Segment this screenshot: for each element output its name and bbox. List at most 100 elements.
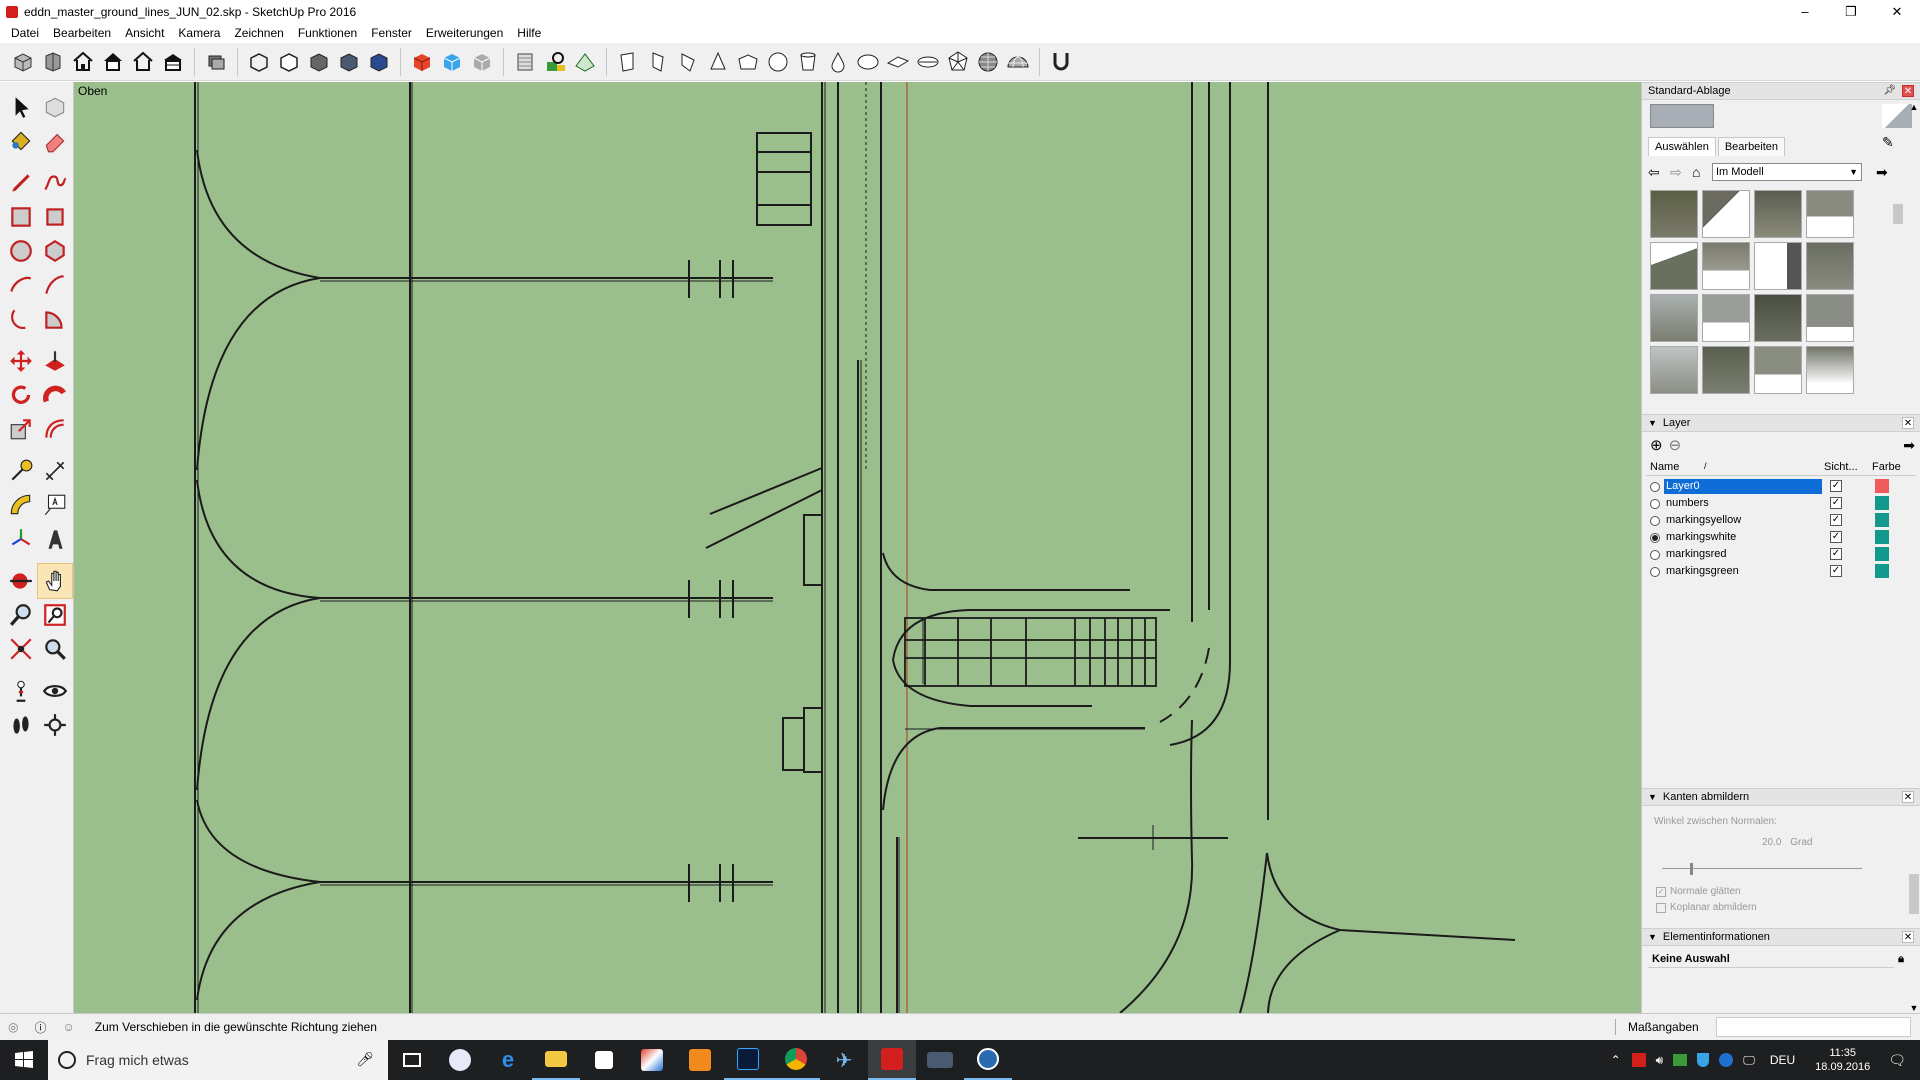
orbit-icon[interactable] (4, 564, 38, 598)
arc-icon[interactable] (4, 268, 38, 302)
select-arrow-icon[interactable] (4, 90, 38, 124)
freehand-icon[interactable] (38, 166, 72, 200)
volume-icon[interactable]: 🔊︎ (1656, 1053, 1664, 1068)
menu-bearbeiten[interactable]: Bearbeiten (46, 26, 118, 40)
layer-color-swatch[interactable] (1875, 530, 1889, 544)
wireframe-icon[interactable] (244, 47, 274, 77)
chrome-icon[interactable] (772, 1040, 820, 1080)
col-name[interactable]: Name (1650, 461, 1679, 473)
home-icon[interactable]: ⌂ (1692, 164, 1712, 180)
shaded-textures-icon[interactable] (334, 47, 364, 77)
hidden-line-icon[interactable] (274, 47, 304, 77)
p3d-icon[interactable] (916, 1040, 964, 1080)
menu-hilfe[interactable]: Hilfe (510, 26, 548, 40)
cortana-search[interactable]: Frag mich etwas 🎤︎ (48, 1040, 388, 1080)
previous-view-icon[interactable] (38, 632, 72, 666)
zoom-icon[interactable] (4, 598, 38, 632)
forward-arrow-icon[interactable]: ⇨ (1670, 164, 1692, 181)
solid-shape-5-icon[interactable] (733, 47, 763, 77)
layer-color-swatch[interactable] (1875, 547, 1889, 561)
microphone-icon[interactable]: 🎤︎ (356, 1051, 374, 1068)
material-thumbnail[interactable] (1650, 242, 1698, 290)
layer-row[interactable]: markingsgreen ✓ (1644, 563, 1916, 580)
angle-slider[interactable] (1662, 863, 1862, 875)
dimension-icon[interactable] (38, 454, 72, 488)
three-point-arc-icon[interactable] (4, 302, 38, 336)
pie-icon[interactable] (38, 302, 72, 336)
menu-fenster[interactable]: Fenster (364, 26, 419, 40)
visible-checkbox[interactable]: ✓ (1830, 514, 1842, 526)
eyedropper-icon[interactable]: ✎ (1882, 134, 1894, 151)
material-thumbnail[interactable] (1702, 190, 1750, 238)
material-thumbnail[interactable] (1702, 242, 1750, 290)
dome-icon[interactable] (1003, 47, 1033, 77)
rotate-icon[interactable] (4, 378, 38, 412)
solid-shape-3-icon[interactable] (673, 47, 703, 77)
layer-row[interactable]: markingsred ✓ (1644, 546, 1916, 563)
xray-icon[interactable] (201, 47, 231, 77)
layer-header[interactable]: ▼ Layer ✕ (1642, 414, 1920, 432)
drop-shape-icon[interactable] (823, 47, 853, 77)
details-arrow-icon[interactable]: ➡ (1876, 164, 1888, 181)
text-icon[interactable] (38, 488, 72, 522)
zoom-window-icon[interactable] (38, 598, 72, 632)
material-thumbnail[interactable] (1754, 346, 1802, 394)
material-thumbnail[interactable] (1806, 346, 1854, 394)
move-icon[interactable] (4, 344, 38, 378)
material-thumbnail[interactable] (1754, 294, 1802, 342)
solid-shape-1-icon[interactable] (613, 47, 643, 77)
circle-shape-icon[interactable] (763, 47, 793, 77)
layer-color-swatch[interactable] (1875, 496, 1889, 510)
scroll-up-icon[interactable]: ▲ (1908, 102, 1920, 112)
material-thumbnail[interactable] (1754, 242, 1802, 290)
shaded-icon[interactable] (304, 47, 334, 77)
minimize-button[interactable]: – (1782, 0, 1828, 23)
polyhedron-icon[interactable] (943, 47, 973, 77)
app-icon-orange-red[interactable] (628, 1040, 676, 1080)
layer-row[interactable]: markingsyellow ✓ (1644, 512, 1916, 529)
tray-shield-icon[interactable] (1697, 1053, 1710, 1067)
scroll-thumb[interactable] (1909, 874, 1919, 914)
active-layer-radio[interactable] (1650, 566, 1660, 577)
active-layer-radio[interactable] (1650, 498, 1660, 509)
visible-checkbox[interactable]: ✓ (1830, 480, 1842, 492)
paint-bucket-icon[interactable] (4, 124, 38, 158)
tab-bearbeiten[interactable]: Bearbeiten (1717, 137, 1786, 156)
visible-checkbox[interactable]: ✓ (1830, 497, 1842, 509)
kanten-header[interactable]: ▼ Kanten abmildern ✕ (1642, 788, 1920, 806)
tape-measure-icon[interactable] (4, 454, 38, 488)
photoshop-icon[interactable] (724, 1040, 772, 1080)
add-layer-icon[interactable]: ⊕ (1650, 436, 1663, 454)
lock-icon[interactable]: 🔒︎ (1898, 950, 1904, 968)
circle-tool-icon[interactable] (4, 234, 38, 268)
axes-icon[interactable] (4, 522, 38, 556)
layer-row[interactable]: numbers ✓ (1644, 495, 1916, 512)
user-icon[interactable]: ☺ (63, 1020, 75, 1034)
material-thumbnail[interactable] (1702, 346, 1750, 394)
geolocation-icon[interactable] (540, 47, 570, 77)
top-view-icon[interactable] (38, 47, 68, 77)
active-layer-radio[interactable] (1650, 532, 1660, 543)
task-view-icon[interactable] (388, 1040, 436, 1080)
cylinder-shape-icon[interactable] (793, 47, 823, 77)
active-layer-radio[interactable] (1650, 515, 1660, 526)
menu-funktionen[interactable]: Funktionen (291, 26, 364, 40)
active-layer-radio[interactable] (1650, 481, 1660, 492)
sandbox-icon[interactable] (570, 47, 600, 77)
magnet-icon[interactable] (1046, 47, 1076, 77)
material-thumbnail[interactable] (1650, 346, 1698, 394)
monochrome-icon[interactable] (364, 47, 394, 77)
windows-start-icon[interactable] (0, 1040, 48, 1080)
layer-row[interactable]: markingswhite ✓ (1644, 529, 1916, 546)
tab-auswaehlen[interactable]: Auswählen (1648, 137, 1716, 156)
file-explorer-icon[interactable] (532, 1040, 580, 1080)
pin-icon[interactable]: 📌︎ (1883, 85, 1896, 96)
edge-icon[interactable]: e (484, 1040, 532, 1080)
material-thumbnail[interactable] (1806, 294, 1854, 342)
rotated-rectangle-icon[interactable] (38, 200, 72, 234)
zoom-extents-icon[interactable] (4, 632, 38, 666)
position-camera-icon[interactable] (4, 674, 38, 708)
panel-scrollbar[interactable]: ▲ ▼ (1908, 82, 1920, 1013)
pan-hand-icon[interactable] (37, 563, 73, 599)
soften-coplanar-option[interactable]: Koplanar abmildern (1656, 902, 1757, 913)
